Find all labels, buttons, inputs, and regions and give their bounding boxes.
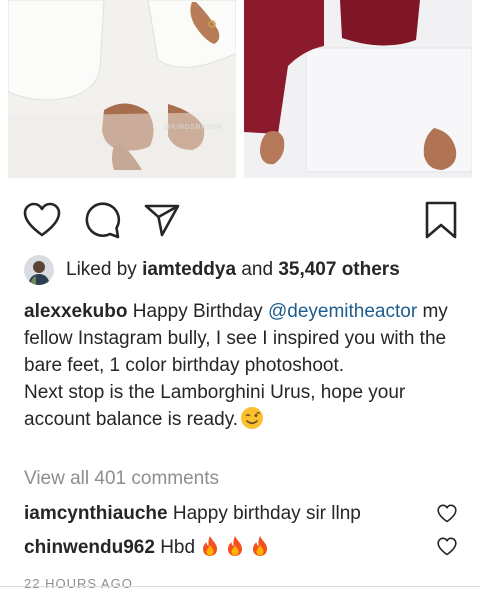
comment-like-button[interactable] xyxy=(437,537,457,562)
caption-author[interactable]: alexxekubo xyxy=(24,301,128,322)
heart-outline-icon xyxy=(437,537,457,556)
likes-summary: Liked by iamteddya and 35,407 others xyxy=(24,254,400,286)
likes-count[interactable]: 35,407 others xyxy=(278,259,399,281)
like-button[interactable] xyxy=(20,198,64,242)
bottom-divider xyxy=(0,586,480,587)
caption-lead: Happy Birthday xyxy=(132,301,263,322)
post-timestamp: 22 HOURS AGO xyxy=(24,576,133,591)
share-button[interactable] xyxy=(140,198,184,242)
fire-emoji-icon xyxy=(228,536,243,556)
comment-row: iamcynthiauche Happy birthday sir llnp xyxy=(24,500,464,528)
post-action-bar xyxy=(0,198,480,246)
comment-username[interactable]: iamcynthiauche xyxy=(24,503,168,524)
bookmark-icon xyxy=(425,201,457,239)
comment-bubble-icon xyxy=(85,202,121,239)
post-caption: alexxekubo Happy Birthday @deyemitheacto… xyxy=(24,298,464,433)
right-photo-illustration xyxy=(244,0,472,178)
view-all-comments-link[interactable]: View all 401 comments xyxy=(24,468,219,490)
post-photo-strip: @KINGSRAYUN xyxy=(0,0,480,184)
heart-outline-icon xyxy=(23,202,61,237)
left-photo-illustration xyxy=(8,0,236,178)
avatar-image xyxy=(24,255,54,285)
comment-text: Happy birthday sir llnp xyxy=(172,503,361,524)
right-photo[interactable] xyxy=(244,0,472,178)
caption-mention[interactable]: @deyemitheactor xyxy=(268,301,417,322)
fire-emoji-icon xyxy=(203,536,218,556)
left-photo[interactable]: @KINGSRAYUN xyxy=(8,0,236,178)
paper-plane-icon xyxy=(144,204,180,237)
liked-by-label: Liked by xyxy=(66,259,137,280)
comment-like-button[interactable] xyxy=(437,504,457,529)
likes-joiner: and xyxy=(241,259,274,280)
comment-text: Hbd xyxy=(160,537,196,558)
photo-watermark: @KINGSRAYUN xyxy=(163,124,222,131)
caption-line2: Next stop is the Lamborghini Urus, hope … xyxy=(24,382,406,430)
liker-avatar[interactable] xyxy=(24,255,54,285)
comment-button[interactable] xyxy=(80,198,124,242)
comment-row: chinwendu962 Hbd xyxy=(24,533,464,561)
save-button[interactable] xyxy=(419,198,463,242)
comment-username[interactable]: chinwendu962 xyxy=(24,537,155,558)
fire-emoji-icon xyxy=(253,536,268,556)
wink-emoji-icon xyxy=(241,407,264,429)
heart-outline-icon xyxy=(437,504,457,523)
liker-username[interactable]: iamteddya xyxy=(142,259,236,281)
